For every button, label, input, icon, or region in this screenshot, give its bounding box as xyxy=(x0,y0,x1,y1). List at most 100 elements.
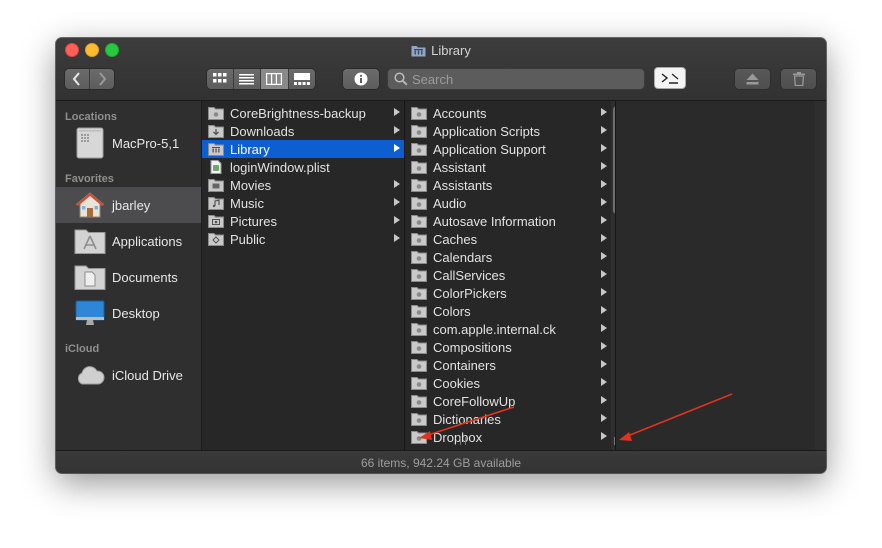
item-label: Public xyxy=(230,231,266,247)
disclosure-arrow-icon xyxy=(601,288,607,296)
list-item[interactable]: Containers xyxy=(405,356,611,374)
desktop-icon xyxy=(75,300,105,325)
sidebar-item-documents[interactable]: Documents xyxy=(56,259,201,295)
disclosure-arrow-icon xyxy=(601,252,607,260)
get-info-button[interactable] xyxy=(342,68,380,90)
back-forward-control xyxy=(64,68,115,90)
search-field[interactable]: Search xyxy=(387,68,645,90)
list-item-music[interactable]: Music xyxy=(202,194,404,212)
item-label: Calendars xyxy=(433,249,493,265)
folder-icon xyxy=(411,377,427,390)
item-label: Containers xyxy=(433,357,496,373)
status-bar: 66 items, 942.24 GB available xyxy=(56,450,826,473)
disclosure-arrow-icon xyxy=(601,324,607,332)
item-label: Assistant xyxy=(433,159,486,175)
status-text: 66 items, 942.24 GB available xyxy=(360,455,522,470)
list-item[interactable]: Autosave Information xyxy=(405,212,611,230)
folder-icon xyxy=(208,107,224,120)
sidebar-item-icloud-drive[interactable]: iCloud Drive xyxy=(56,357,201,393)
folder-icon xyxy=(411,161,427,174)
item-label: com.apple.internal.ck xyxy=(433,321,556,337)
sidebar-item-label: Desktop xyxy=(112,305,160,321)
pictures-folder-icon xyxy=(208,215,224,228)
sidebar-item-label: Documents xyxy=(112,269,178,285)
terminal-icon xyxy=(661,73,679,84)
toolbar: Library Search xyxy=(56,38,826,101)
item-label: Colors xyxy=(433,303,471,319)
list-item-downloads[interactable]: Downloads xyxy=(202,122,404,140)
list-item[interactable]: Calendars xyxy=(405,248,611,266)
folder-icon xyxy=(411,305,427,318)
item-label: Music xyxy=(230,195,264,211)
movies-folder-icon xyxy=(208,179,224,192)
sidebar-item-applications[interactable]: Applications xyxy=(56,223,201,259)
eject-button[interactable] xyxy=(734,68,771,90)
list-item[interactable]: CallServices xyxy=(405,266,611,284)
column-library: Accounts Application Scripts Application S… xyxy=(405,101,615,450)
item-label: Dropbox xyxy=(433,429,483,445)
back-button[interactable] xyxy=(65,69,90,89)
mac-pro-icon xyxy=(76,127,104,159)
list-item[interactable]: Accounts xyxy=(405,104,611,122)
disclosure-arrow-icon xyxy=(601,126,607,134)
list-item[interactable]: Colors xyxy=(405,302,611,320)
list-item[interactable]: Audio xyxy=(405,194,611,212)
search-placeholder: Search xyxy=(412,71,454,87)
item-label: Pictures xyxy=(230,213,277,229)
delete-button[interactable] xyxy=(780,68,817,90)
sidebar-item-label: MacPro-5,1 xyxy=(112,135,180,151)
sidebar-item-desktop[interactable]: Desktop xyxy=(56,295,201,331)
list-item[interactable]: Assistant xyxy=(405,158,611,176)
folder-icon xyxy=(411,359,427,372)
list-item[interactable]: CoreFollowUp xyxy=(405,392,611,410)
item-label: Cookies xyxy=(433,375,480,391)
folder-icon xyxy=(411,215,427,228)
gallery-icon xyxy=(293,73,310,85)
disclosure-arrow-icon xyxy=(601,414,607,422)
list-item[interactable]: ColorPickers xyxy=(405,284,611,302)
list-item[interactable]: Compositions xyxy=(405,338,611,356)
disclosure-arrow-icon xyxy=(394,108,400,116)
list-item-corebrightness-backup[interactable]: CoreBrightness-backup xyxy=(202,104,404,122)
finder-window: Library Search Locations MacPro-5,1 Favo… xyxy=(56,38,826,473)
disclosure-arrow-icon xyxy=(601,162,607,170)
list-item-public[interactable]: Public xyxy=(202,230,404,248)
list-item[interactable]: com.apple.internal.ck xyxy=(405,320,611,338)
list-item[interactable]: Dropbox xyxy=(405,428,611,446)
public-folder-icon xyxy=(208,233,224,246)
disclosure-arrow-icon xyxy=(601,108,607,116)
column-view-button[interactable] xyxy=(261,69,289,89)
icon-view-button[interactable] xyxy=(207,69,234,89)
folder-icon xyxy=(411,233,427,246)
folder-icon xyxy=(411,431,427,444)
item-label: Compositions xyxy=(433,339,512,355)
item-label: CoreBrightness-backup xyxy=(230,105,366,121)
list-item-library[interactable]: Library xyxy=(202,140,404,158)
disclosure-arrow-icon xyxy=(394,126,400,134)
list-item[interactable]: Cookies xyxy=(405,374,611,392)
list-item[interactable]: Assistants xyxy=(405,176,611,194)
disclosure-arrow-icon xyxy=(601,144,607,152)
window-title: Library xyxy=(56,42,826,58)
music-folder-icon xyxy=(208,197,224,210)
sidebar-item-jbarley[interactable]: jbarley xyxy=(56,187,201,223)
list-item[interactable]: Application Scripts xyxy=(405,122,611,140)
forward-button[interactable] xyxy=(90,69,114,89)
list-item[interactable]: Application Support xyxy=(405,140,611,158)
right-scroll-track xyxy=(815,101,826,450)
home-folder-icon xyxy=(75,192,105,218)
item-label: Downloads xyxy=(230,123,295,139)
gallery-view-button[interactable] xyxy=(289,69,315,89)
list-item[interactable]: Dictionaries xyxy=(405,410,611,428)
list-item-pictures[interactable]: Pictures xyxy=(202,212,404,230)
sidebar-item-macpro[interactable]: MacPro-5,1 xyxy=(56,125,201,161)
folder-icon xyxy=(411,269,427,282)
column-resize-handle[interactable] xyxy=(460,437,466,445)
open-terminal-button[interactable] xyxy=(654,67,686,89)
list-item-movies[interactable]: Movies xyxy=(202,176,404,194)
list-view-button[interactable] xyxy=(234,69,262,89)
folder-icon xyxy=(411,341,427,354)
disclosure-arrow-icon xyxy=(601,342,607,350)
list-item[interactable]: Caches xyxy=(405,230,611,248)
list-item-loginwindow-plist[interactable]: loginWindow.plist xyxy=(202,158,404,176)
